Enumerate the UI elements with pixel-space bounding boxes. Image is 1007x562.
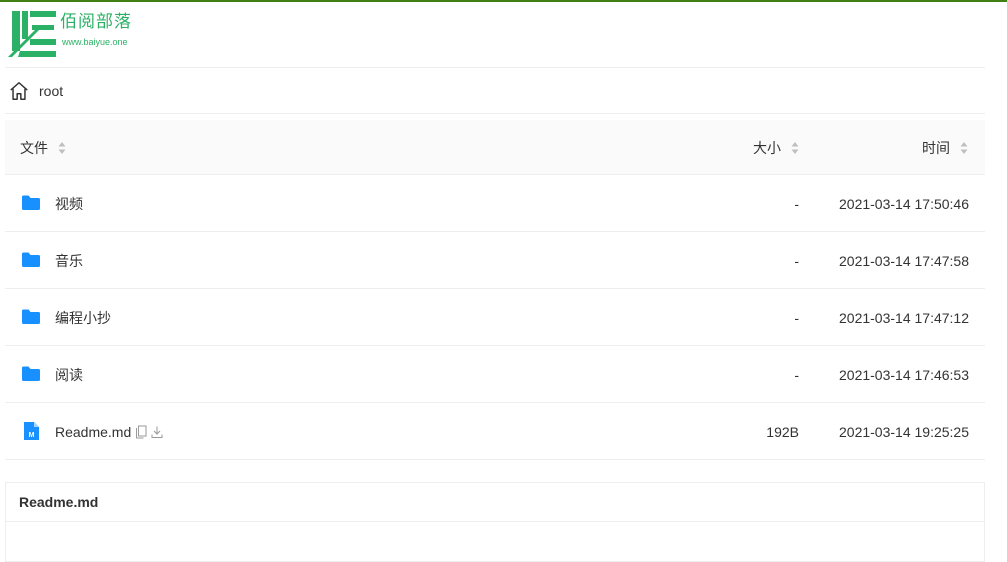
table-row[interactable]: 音乐 - 2021-03-14 17:47:58: [5, 232, 985, 289]
file-size: -: [794, 309, 799, 326]
file-size: 192B: [766, 423, 799, 440]
folder-icon: [22, 252, 40, 267]
copy-icon[interactable]: [135, 425, 147, 439]
file-size: -: [794, 252, 799, 269]
table-row[interactable]: 视频 - 2021-03-14 17:50:46: [5, 175, 985, 232]
file-name[interactable]: 视频: [55, 175, 83, 232]
file-name[interactable]: 音乐: [55, 232, 83, 289]
sort-icon[interactable]: [58, 141, 66, 155]
column-header-size-label: 大小: [753, 139, 781, 156]
site-header: 佰阅部落 www.baiyue.one: [5, 2, 985, 68]
download-icon[interactable]: [151, 425, 163, 439]
file-name[interactable]: 编程小抄: [55, 289, 111, 346]
site-logo[interactable]: [8, 7, 60, 59]
column-header-size[interactable]: 大小: [753, 120, 799, 175]
file-name[interactable]: 阅读: [55, 346, 83, 403]
file-name[interactable]: Readme.md: [55, 424, 131, 440]
breadcrumb: root: [5, 68, 985, 114]
table-row[interactable]: 编程小抄 - 2021-03-14 17:47:12: [5, 289, 985, 346]
file-table: 文件 大小 时间 视频 - 2021-03-14 17:50:46 音乐 - 2…: [5, 120, 985, 460]
file-size: -: [794, 195, 799, 212]
site-logo-url: www.baiyue.one: [62, 37, 128, 47]
file-time: 2021-03-14 17:46:53: [839, 366, 969, 383]
column-header-time-label: 时间: [922, 139, 950, 156]
file-time: 2021-03-14 19:25:25: [839, 423, 969, 440]
readme-panel: Readme.md: [5, 482, 985, 562]
sort-icon[interactable]: [791, 141, 799, 155]
home-icon[interactable]: [8, 80, 30, 102]
file-size: -: [794, 366, 799, 383]
column-header-name[interactable]: 文件: [20, 120, 66, 175]
file-name-cell: Readme.md: [55, 403, 163, 460]
column-header-time[interactable]: 时间: [922, 120, 968, 175]
table-header: 文件 大小 时间: [5, 120, 985, 175]
readme-title: Readme.md: [6, 483, 984, 522]
markdown-file-icon: M: [24, 422, 39, 440]
sort-icon[interactable]: [960, 141, 968, 155]
folder-icon: [22, 309, 40, 324]
site-logo-text: 佰阅部落: [60, 12, 132, 32]
file-time: 2021-03-14 17:47:58: [839, 252, 969, 269]
file-time: 2021-03-14 17:47:12: [839, 309, 969, 326]
folder-icon: [22, 366, 40, 381]
table-row[interactable]: M Readme.md 192B 2021-03-14 19:25:25: [5, 403, 985, 460]
table-row[interactable]: 阅读 - 2021-03-14 17:46:53: [5, 346, 985, 403]
svg-text:M: M: [29, 432, 35, 439]
file-time: 2021-03-14 17:50:46: [839, 195, 969, 212]
breadcrumb-root[interactable]: root: [39, 83, 63, 99]
folder-icon: [22, 195, 40, 210]
column-header-name-label: 文件: [20, 139, 48, 156]
